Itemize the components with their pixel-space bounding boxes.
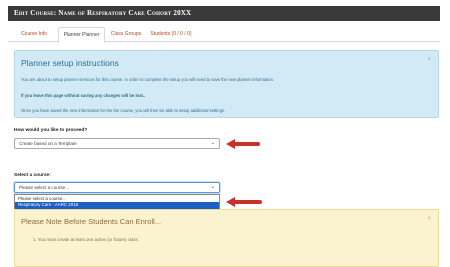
- proceed-select[interactable]: Create based on a Template ⌄: [14, 138, 220, 149]
- course-dropdown-list: Please select a course... Respiratory Ca…: [14, 194, 220, 209]
- tab-course-info[interactable]: Course Info: [14, 27, 54, 42]
- alert-line-1: You are about to setup planner services …: [21, 77, 275, 82]
- enroll-warning-alert: Please Note Before Students Can Enroll..…: [14, 209, 439, 267]
- tab-planner[interactable]: Planner Planner: [58, 27, 105, 43]
- chevron-down-icon: ⌄: [210, 140, 215, 146]
- warning-item: 1. You must create at least one active (…: [33, 237, 139, 242]
- tab-students[interactable]: Students (0 / 0 / 0): [148, 27, 194, 42]
- course-label: Select a course:: [14, 173, 51, 178]
- chevron-down-icon: ⌄: [210, 184, 215, 190]
- tab-bar: Course Info Planner Planner Class Groups…: [8, 27, 440, 43]
- tab-class-groups[interactable]: Class Groups: [108, 27, 144, 42]
- proceed-label: How would you like to proceed?: [14, 128, 88, 133]
- alert-title: Planner setup instructions: [21, 58, 119, 68]
- close-icon[interactable]: ×: [427, 216, 431, 222]
- annotation-arrow: [233, 200, 262, 204]
- page-title-bar: Edit Course: Name of Respiratory Care Co…: [8, 6, 440, 21]
- annotation-arrow: [233, 142, 260, 146]
- course-select[interactable]: Please select a course... ⌄: [14, 182, 220, 193]
- close-icon[interactable]: ×: [427, 57, 431, 63]
- proceed-select-value: Create based on a Template: [19, 141, 77, 146]
- course-option-selected[interactable]: Respiratory Care - AARC 2016: [15, 202, 219, 209]
- alert-line-2: If you leave this page without saving an…: [21, 93, 146, 98]
- planner-instructions-alert: Planner setup instructions × You are abo…: [14, 50, 439, 118]
- warning-title: Please Note Before Students Can Enroll..…: [21, 217, 162, 226]
- course-select-value: Please select a course...: [19, 185, 70, 190]
- alert-line-3: Once you have saved the new information …: [21, 108, 226, 113]
- page-title: Edit Course: Name of Respiratory Care Co…: [14, 9, 192, 17]
